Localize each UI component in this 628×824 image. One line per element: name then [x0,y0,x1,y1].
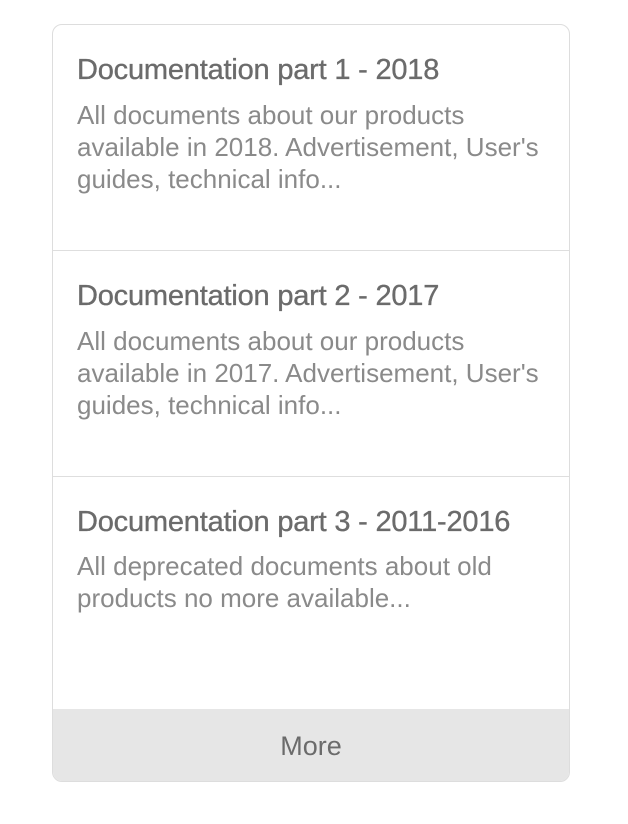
list-item-documentation-2018[interactable]: Documentation part 1 - 2018 All document… [53,25,569,251]
list-item-description: All documents about our products availab… [77,326,539,420]
documentation-list-card: Documentation part 1 - 2018 All document… [52,24,570,782]
list-item-title: Documentation part 3 - 2011-2016 [77,506,511,538]
list-item-title: Documentation part 1 - 2018 [77,54,440,86]
list-item-documentation-2011-2016[interactable]: Documentation part 3 - 2011-2016 All dep… [53,477,569,709]
list-item-documentation-2017[interactable]: Documentation part 2 - 2017 All document… [53,251,569,477]
list-item-description: All deprecated documents about old produ… [77,551,492,613]
more-button[interactable]: More [53,709,569,781]
list-item-description: All documents about our products availab… [77,100,539,194]
list-item-title: Documentation part 2 - 2017 [77,280,440,312]
